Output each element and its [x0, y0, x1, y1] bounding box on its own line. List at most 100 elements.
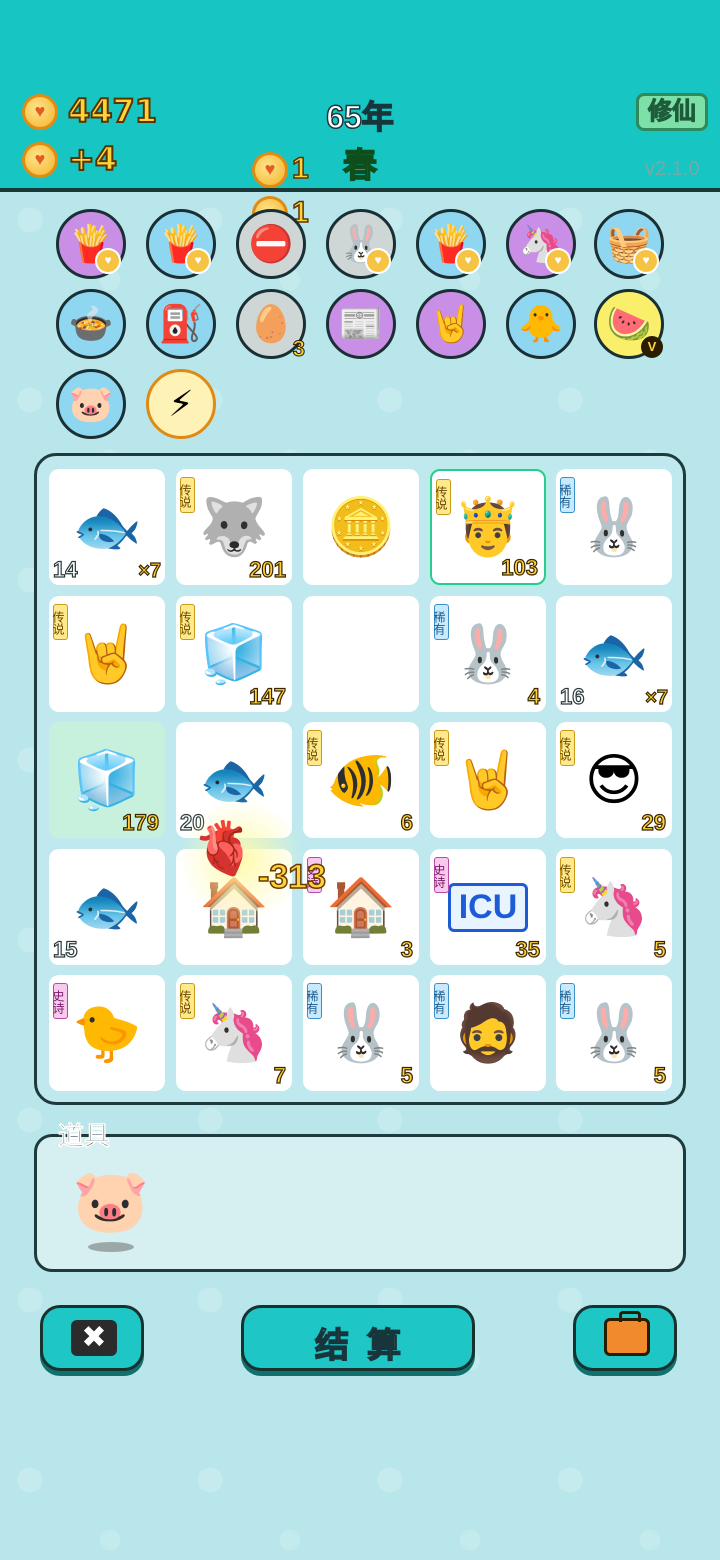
pot-duck-icon[interactable]: 🍲: [56, 289, 126, 359]
cell-value: 147: [249, 683, 287, 709]
items-title: 道具: [58, 1121, 111, 1152]
board-cell[interactable]: 🐟 15: [49, 849, 165, 965]
piggy-bank-glyph: 🐷: [68, 383, 114, 424]
unicorn-icon: 🦄: [199, 1001, 269, 1064]
close-button[interactable]: ✖: [40, 1305, 144, 1371]
fridge-icon: 🧊: [72, 748, 142, 811]
cell-value: 6: [400, 809, 413, 835]
lightning-icon[interactable]: ⚡: [146, 369, 216, 439]
sunglasses-king-icon: 😎: [584, 748, 644, 811]
rarity-tag: 史诗: [51, 983, 68, 1019]
board-cell[interactable]: [303, 596, 419, 712]
board-cell[interactable]: 🐟 16 ×7: [556, 596, 672, 712]
board-cell[interactable]: ICU 史诗 35: [430, 849, 546, 965]
koi-icon: 🐠: [326, 748, 396, 811]
board-cell[interactable]: 🐰 稀有 4: [430, 596, 546, 712]
coins-pile-icon: 🪙: [326, 495, 396, 558]
cell-value: 7: [273, 1062, 286, 1088]
cell-counter: 16: [559, 683, 585, 709]
board-cell[interactable]: 🐠 传说 6: [303, 722, 419, 838]
item-shadow: [88, 1242, 134, 1252]
board-cell[interactable]: 🦄 传说 5: [556, 849, 672, 965]
board-cell[interactable]: 🐟 14 ×7: [49, 469, 165, 585]
rarity-tag: 稀有: [432, 604, 449, 640]
no-entry-glyph: ⛔: [248, 223, 294, 264]
damage-number: -313: [257, 857, 327, 897]
cell-value: 35: [515, 936, 541, 962]
board-cell[interactable]: 🐤 史诗: [49, 975, 165, 1091]
fries-icon[interactable]: 🍟 ♥: [416, 209, 486, 279]
rarity-tag: 传说: [178, 477, 195, 513]
board-cell[interactable]: 😎 传说 29: [556, 722, 672, 838]
egg-tray-icon[interactable]: 🥚 3: [236, 289, 306, 362]
cell-value: 4: [527, 683, 540, 709]
pump-icon[interactable]: ⛽: [146, 289, 216, 359]
board-cell[interactable]: 🐰 稀有 5: [556, 975, 672, 1091]
fruit-platter-icon[interactable]: 🍉 V: [594, 289, 664, 359]
rock-hand-glyph: 🤘: [428, 303, 474, 344]
board-cell[interactable]: 🤘 传说: [430, 722, 546, 838]
golden-hand-icon: 🤘: [72, 622, 142, 685]
chick-egg-icon[interactable]: 🐥: [506, 289, 576, 359]
fish-icon: 🐟: [72, 875, 142, 938]
fruit-basket-icon[interactable]: 🧺 ♥: [594, 209, 664, 279]
pot-duck-glyph: 🍲: [68, 303, 114, 344]
board-cell[interactable]: 🧊 179: [49, 722, 165, 838]
board-cell[interactable]: 🧊 传说 147: [176, 596, 292, 712]
board-cell[interactable]: 🤘 传说: [49, 596, 165, 712]
icu-icon: ICU: [447, 882, 529, 932]
cell-value: 5: [653, 936, 666, 962]
rarity-tag: 传说: [432, 730, 449, 766]
board-cell[interactable]: 🤴 传说 103: [430, 469, 546, 585]
time-magazine-icon[interactable]: 📰: [326, 289, 396, 359]
cell-multiplier: ×7: [138, 559, 162, 582]
rarity-tag: 传说: [558, 730, 575, 766]
chick-hair-icon: 🐤: [72, 1001, 142, 1064]
no-entry-icon[interactable]: ⛔: [236, 209, 306, 279]
settle-button[interactable]: 结算: [241, 1305, 475, 1371]
heart-badge: ♥: [545, 248, 571, 274]
piggy-bank-icon[interactable]: 🐷: [56, 369, 126, 439]
piggy-bank-item[interactable]: 🐷: [72, 1165, 149, 1238]
time-magazine-glyph: 📰: [338, 303, 384, 344]
coin-icon: [252, 152, 288, 188]
cell-value: 103: [501, 554, 539, 580]
year-label: 65年: [325, 98, 394, 136]
cell-value: 201: [249, 556, 287, 582]
rabbit-icon: 🐰: [579, 495, 649, 558]
board-cell[interactable]: 🧔 稀有: [430, 975, 546, 1091]
rabbit-icon[interactable]: 🐰 ♥: [326, 209, 396, 279]
heart-badge: ♥: [365, 248, 391, 274]
inventory-button[interactable]: [573, 1305, 677, 1371]
egg-tray-glyph: 🥚: [248, 303, 294, 344]
board-cell[interactable]: 🐺 传说 201: [176, 469, 292, 585]
unicorn-pair-icon[interactable]: 🦄 ♥: [506, 209, 576, 279]
board-cell[interactable]: 🐰 稀有 5: [303, 975, 419, 1091]
board-cell[interactable]: 🪙: [303, 469, 419, 585]
rock-hand-icon[interactable]: 🤘: [416, 289, 486, 359]
rarity-tag: 传说: [178, 983, 195, 1019]
rabbit-icon: 🐰: [453, 622, 523, 685]
fish-icon: 🐟: [199, 748, 269, 811]
board-cell[interactable]: 🐰 稀有: [556, 469, 672, 585]
rabbit-icon: 🐰: [326, 1001, 396, 1064]
heart-badge: ♥: [185, 248, 211, 274]
fries-icon[interactable]: 🍟 ♥: [56, 209, 126, 279]
rarity-tag: 稀有: [558, 983, 575, 1019]
rarity-tag: 稀有: [558, 477, 575, 513]
slot-board: 🐟 14 ×7 🐺 传说 201 🪙 🤴 传说 103 🐰 稀有 🤘 传说 🧊 传说 147 🐰 稀有 4 🐟 16 ×7 🧊…: [34, 453, 686, 1105]
xiuxian-button[interactable]: 修仙: [636, 93, 708, 131]
fish-icon: 🐟: [72, 495, 142, 558]
king-face-icon: 🤴: [453, 495, 523, 558]
board-cell[interactable]: 🦄 传说 7: [176, 975, 292, 1091]
unicorn-icon: 🦄: [579, 875, 649, 938]
cell-value: 179: [122, 809, 160, 835]
bucket-hat-man-icon: 🧔: [453, 1001, 523, 1064]
settle-label: 结算: [314, 1326, 419, 1366]
briefcase-icon: [604, 1311, 650, 1356]
fries-icon[interactable]: 🍟 ♥: [146, 209, 216, 279]
cell-counter: 15: [52, 936, 78, 962]
top-bar: 4471 +4 65年 春 修仙 v2.1.0: [0, 0, 720, 192]
liver-icon: 🫀: [192, 820, 257, 878]
lightning-glyph: ⚡: [168, 383, 194, 424]
